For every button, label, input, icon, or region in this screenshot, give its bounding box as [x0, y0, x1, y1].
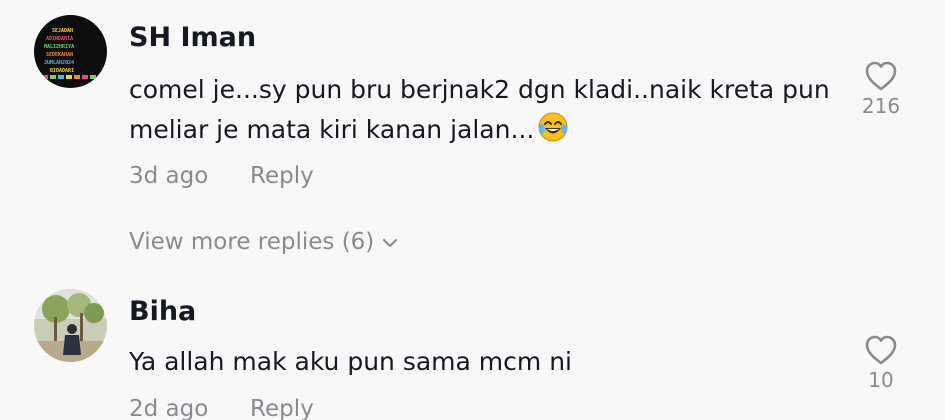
view-more-replies-button[interactable]: View more replies (6) — [129, 229, 398, 255]
comment-username[interactable]: Biha — [129, 296, 196, 327]
reply-button[interactable]: Reply — [250, 396, 314, 420]
comment-text: comel je...sy pun bru berjnak2 dgn kladi… — [129, 70, 849, 154]
comments-list: SEJADAH ADINDAHIA MALIZHRIYA SEDEKAHAN J… — [0, 0, 945, 420]
like-control: 216 — [858, 60, 904, 118]
like-count: 10 — [868, 368, 894, 392]
comment-text-line: comel je...sy pun bru berjnak2 dgn kladi… — [129, 75, 830, 104]
view-more-replies-label: View more replies (6) — [129, 229, 375, 255]
avatar[interactable] — [34, 289, 107, 362]
like-count: 216 — [861, 94, 901, 118]
comment-timestamp: 3d ago — [129, 163, 209, 189]
avatar[interactable]: SEJADAH ADINDAHIA MALIZHRIYA SEDEKAHAN J… — [34, 15, 107, 88]
svg-text:SEDEKAHAN: SEDEKAHAN — [46, 52, 73, 58]
comment-text-line: Ya allah mak aku pun sama mcm ni — [129, 347, 572, 376]
svg-text:MALIZHRIYA: MALIZHRIYA — [44, 44, 74, 50]
comment-text: Ya allah mak aku pun sama mcm ni — [129, 342, 849, 382]
reply-button[interactable]: Reply — [250, 163, 314, 189]
heart-outline-icon[interactable] — [858, 334, 904, 366]
svg-text:ADINDAHIA: ADINDAHIA — [46, 36, 73, 42]
comment-text-line-content: meliar je mata kiri kanan jalan... — [129, 115, 535, 144]
chevron-down-icon — [374, 229, 398, 255]
svg-text:JUMLAH2024: JUMLAH2024 — [44, 60, 74, 66]
laughing-tears-emoji-icon — [538, 112, 568, 154]
heart-outline-icon[interactable] — [858, 60, 904, 92]
comment-timestamp: 2d ago — [129, 396, 209, 420]
svg-text:BIDADARI: BIDADARI — [50, 68, 74, 74]
like-control: 10 — [858, 334, 904, 392]
svg-text:SEJADAH: SEJADAH — [52, 28, 73, 34]
comment-item: SEJADAH ADINDAHIA MALIZHRIYA SEDEKAHAN J… — [0, 0, 945, 280]
comment-text-line: meliar je mata kiri kanan jalan... — [129, 110, 849, 154]
comment-username[interactable]: SH Iman — [129, 22, 256, 53]
comment-item: Biha Ya allah mak aku pun sama mcm ni 2d… — [0, 280, 945, 420]
